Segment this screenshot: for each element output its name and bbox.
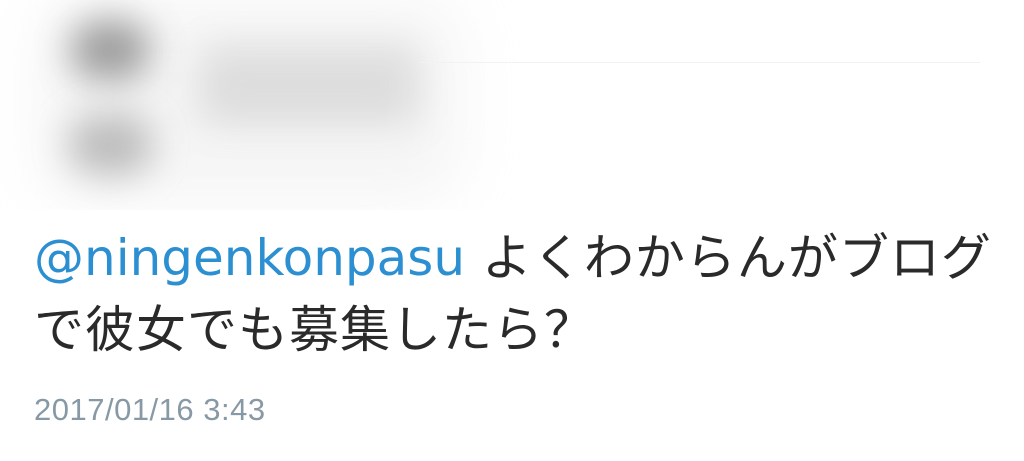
blurred-avatar (70, 20, 150, 80)
tweet-card: @ningenkonpasu よくわからんがブログで彼女でも募集したら？ 201… (0, 0, 1024, 461)
tweet-body: @ningenkonpasu よくわからんがブログで彼女でも募集したら？ (34, 222, 994, 366)
mention-link[interactable]: @ningenkonpasu (34, 229, 465, 287)
blurred-author-header (0, 0, 1024, 210)
header-divider (420, 62, 980, 63)
blurred-avatar-shadow (68, 115, 153, 175)
blurred-author-name (200, 45, 420, 125)
tweet-timestamp[interactable]: 2017/01/16 3:43 (34, 392, 266, 428)
